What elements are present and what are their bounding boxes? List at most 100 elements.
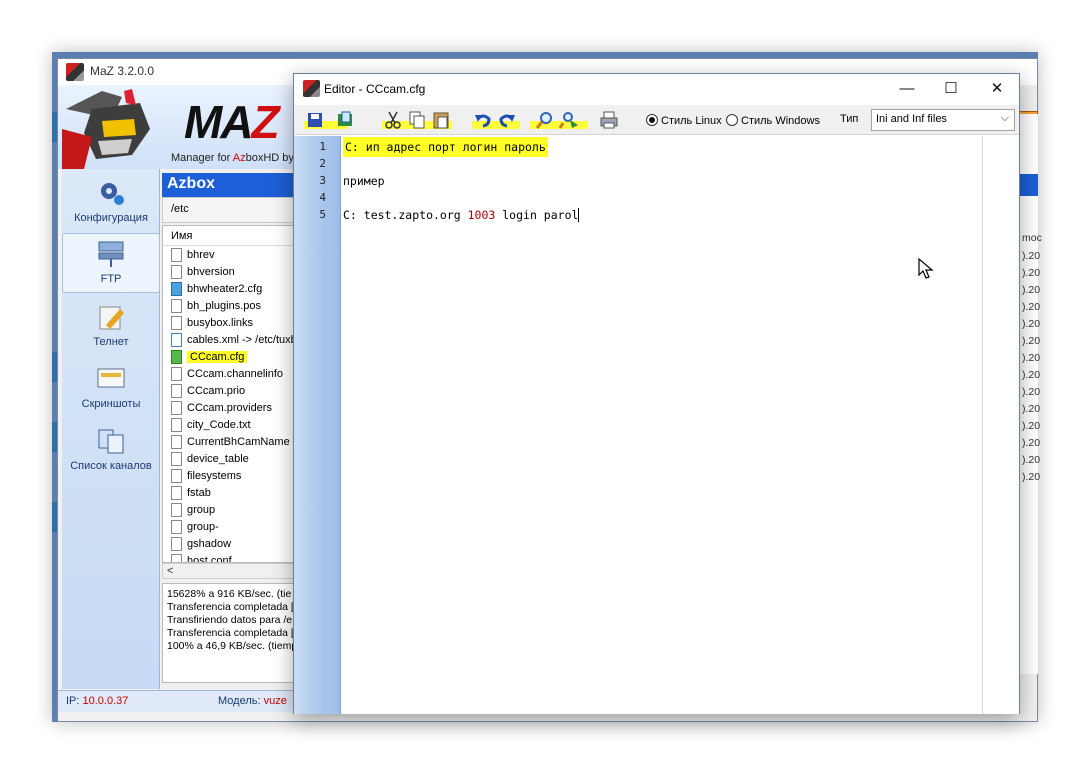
editor-title: Editor - CCcam.cfg bbox=[324, 82, 426, 96]
file-icon bbox=[171, 435, 182, 449]
list-item: ).20 bbox=[1022, 403, 1041, 415]
file-icon bbox=[171, 452, 182, 466]
sidebar-item-screenshots[interactable]: Скриншоты bbox=[62, 359, 160, 419]
list-item: ).20 bbox=[1022, 420, 1041, 432]
column-header-name[interactable]: Имя bbox=[163, 226, 301, 246]
file-row[interactable]: busybox.links bbox=[171, 316, 301, 333]
list-item: ).20 bbox=[1022, 250, 1041, 262]
find-button[interactable] bbox=[534, 109, 556, 131]
status-bar: IP: 10.0.0.37 Модель: vuze bbox=[58, 690, 298, 712]
code-line: пример bbox=[343, 174, 385, 188]
file-row[interactable]: device_table bbox=[171, 452, 301, 469]
minimize-button[interactable]: — bbox=[884, 74, 930, 105]
code-editor[interactable]: C: ип адрес порт логин пароль пример C: … bbox=[341, 136, 982, 714]
file-row[interactable]: filesystems bbox=[171, 469, 301, 486]
chevron-down-icon: ⌵ bbox=[1000, 112, 1009, 124]
radio-dot bbox=[646, 114, 658, 126]
sidebar-item-channel-list[interactable]: Список каналов bbox=[62, 421, 160, 481]
cut-button[interactable] bbox=[382, 109, 404, 131]
printer-icon bbox=[600, 111, 618, 129]
status-model: Модель: vuze bbox=[218, 695, 287, 707]
file-row[interactable]: fstab bbox=[171, 486, 301, 503]
radio-dot bbox=[726, 114, 738, 126]
sidebar-item-label: Телнет bbox=[93, 336, 129, 348]
file-icon bbox=[171, 554, 182, 562]
line-number: 1 bbox=[319, 140, 326, 153]
editor-right-gutter bbox=[983, 136, 1019, 714]
text-file-icon bbox=[171, 418, 182, 432]
line-number: 3 bbox=[319, 174, 326, 187]
file-row[interactable]: group- bbox=[171, 520, 301, 537]
editor-window: Editor - CCcam.cfg — ☐ ✕ Стиль Linux Сти… bbox=[293, 73, 1020, 714]
scroll-left-button[interactable]: < bbox=[167, 565, 173, 577]
line-number: 5 bbox=[319, 208, 326, 221]
log-line: Transferencia completada [ bbox=[167, 627, 294, 639]
sidebar-item-ftp[interactable]: FTP bbox=[62, 233, 160, 293]
line-number-gutter: 1 2 3 4 5 bbox=[294, 136, 341, 714]
list-item: ).20 bbox=[1022, 386, 1041, 398]
config-file-icon bbox=[171, 350, 182, 364]
maz-banner: MAZ Manager for AzboxHD by bbox=[58, 85, 298, 169]
path-input[interactable]: /etc bbox=[162, 197, 302, 223]
status-ip: IP: 10.0.0.37 bbox=[66, 695, 129, 707]
close-button[interactable]: ✕ bbox=[974, 74, 1020, 105]
list-item: ).20 bbox=[1022, 335, 1041, 347]
list-item: ).20 bbox=[1022, 369, 1041, 381]
save-icon bbox=[308, 113, 322, 127]
print-button[interactable] bbox=[598, 109, 620, 131]
log-line: Transferencia completada [ bbox=[167, 601, 294, 613]
sidebar-item-configuration[interactable]: Конфигурация bbox=[62, 173, 160, 233]
replace-button[interactable] bbox=[558, 109, 580, 131]
file-row[interactable]: CurrentBhCamName bbox=[171, 435, 301, 452]
file-row[interactable]: bh_plugins.pos bbox=[171, 299, 301, 316]
undo-button[interactable] bbox=[472, 109, 494, 131]
horizontal-scrollbar[interactable]: < bbox=[162, 563, 302, 579]
copy-icon bbox=[409, 111, 425, 129]
file-row[interactable]: gshadow bbox=[171, 537, 301, 554]
pencil-icon bbox=[99, 306, 124, 330]
copy-button[interactable] bbox=[406, 109, 428, 131]
maz-wordmark: MAZ bbox=[184, 96, 280, 148]
file-icon bbox=[171, 316, 182, 330]
redo-icon bbox=[499, 114, 515, 128]
file-row[interactable]: host.conf bbox=[171, 554, 301, 562]
maz-app-icon bbox=[66, 63, 84, 81]
file-row[interactable]: city_Code.txt bbox=[171, 418, 301, 435]
file-row[interactable]: bhrev bbox=[171, 248, 301, 265]
file-row[interactable]: bhwheater2.cfg bbox=[171, 282, 301, 299]
file-row[interactable]: cables.xml -> /etc/tuxb bbox=[171, 333, 301, 350]
log-line: 15628% a 916 KB/sec. (tie bbox=[167, 588, 292, 600]
editor-titlebar[interactable]: Editor - CCcam.cfg — ☐ ✕ bbox=[294, 74, 1019, 105]
file-row[interactable]: group bbox=[171, 503, 301, 520]
file-row[interactable]: CCcam.providers bbox=[171, 401, 301, 418]
sidebar-item-telnet[interactable]: Телнет bbox=[62, 297, 160, 357]
maximize-button[interactable]: ☐ bbox=[928, 74, 974, 105]
pane-header: Azbox bbox=[162, 173, 302, 197]
paste-button[interactable] bbox=[430, 109, 452, 131]
transfer-log: 15628% a 916 KB/sec. (tie Transferencia … bbox=[162, 583, 302, 683]
radio-linux-style[interactable]: Стиль Linux bbox=[646, 114, 722, 127]
redo-button[interactable] bbox=[496, 109, 518, 131]
file-list[interactable]: Имя bhrev bhversion bhwheater2.cfg bh_pl… bbox=[162, 225, 302, 563]
file-row[interactable]: CCcam.channelinfo bbox=[171, 367, 301, 384]
line-number: 2 bbox=[319, 157, 326, 170]
line-number: 4 bbox=[319, 191, 326, 204]
radio-windows-style[interactable]: Стиль Windows bbox=[726, 114, 820, 127]
maz-title: MaZ 3.2.0.0 bbox=[90, 64, 155, 78]
file-row[interactable]: bhversion bbox=[171, 265, 301, 282]
sidebar-item-label: FTP bbox=[100, 273, 122, 285]
file-icon bbox=[171, 486, 182, 500]
file-row[interactable]: CCcam.prio bbox=[171, 384, 301, 401]
scissors-icon bbox=[385, 111, 401, 129]
open-button[interactable] bbox=[334, 109, 356, 131]
column-header: moc bbox=[1022, 232, 1042, 244]
sidebar-item-label: Скриншоты bbox=[81, 398, 141, 410]
robot-logo-icon bbox=[62, 89, 150, 169]
text-caret bbox=[578, 208, 580, 222]
list-item: ).20 bbox=[1022, 454, 1041, 466]
file-icon bbox=[171, 503, 182, 517]
file-row-selected[interactable]: CCcam.cfg bbox=[171, 350, 301, 367]
save-button[interactable] bbox=[304, 109, 326, 131]
file-type-select[interactable]: Ini and Inf files ⌵ bbox=[871, 109, 1015, 131]
maz-tagline: Manager for AzboxHD by bbox=[171, 152, 294, 164]
